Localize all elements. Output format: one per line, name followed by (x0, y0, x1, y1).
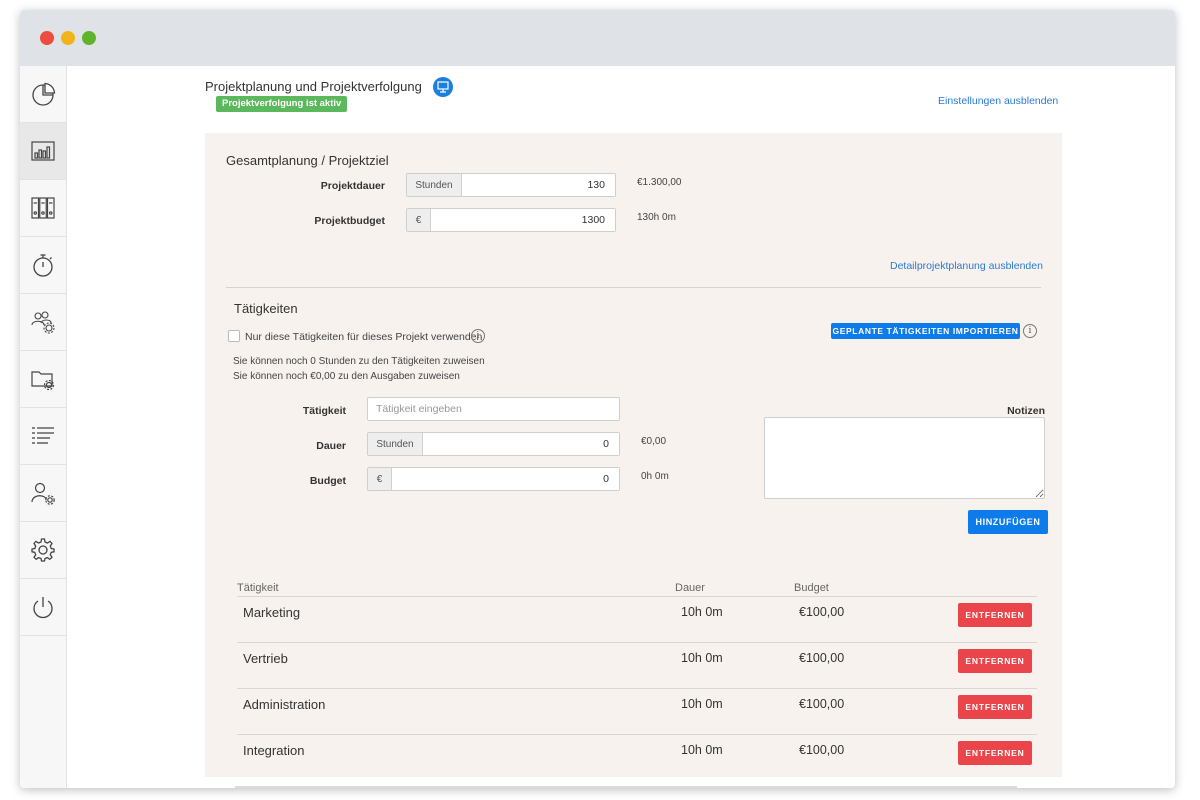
remove-row-button[interactable]: ENTFERNEN (958, 649, 1032, 673)
duration-unit-addon: Stunden (407, 174, 462, 196)
title-bar (20, 10, 1175, 66)
status-badge: Projektverfolgung ist aktiv (216, 96, 348, 112)
user-gear-icon (31, 482, 55, 505)
remaining-budget-text: Sie können noch €0,00 zu den Ausgaben zu… (233, 371, 460, 382)
table-row: Marketing 10h 0m €100,00 ENTFERNEN (237, 596, 1037, 642)
row-activity-name: Integration (243, 743, 305, 758)
project-budget-label: Projektbudget (314, 215, 385, 227)
info-icon[interactable]: i (471, 329, 485, 343)
sidebar-item-project-settings[interactable] (20, 351, 66, 408)
activity-duration-cost-hint: €0,00 (641, 436, 667, 447)
activity-budget-field: € (367, 467, 620, 491)
row-activity-name: Vertrieb (243, 651, 288, 666)
app-window: Projektplanung und Projektverfolgung Pro… (20, 10, 1175, 788)
bar-chart-icon (31, 141, 55, 161)
row-budget: €100,00 (799, 651, 845, 665)
remaining-hours-text: Sie können noch 0 Stunden zu den Tätigke… (233, 356, 485, 367)
close-window-button[interactable] (40, 31, 54, 45)
row-duration: 10h 0m (681, 651, 723, 665)
row-duration: 10h 0m (681, 743, 723, 757)
import-info-icon[interactable]: i (1023, 324, 1037, 338)
row-activity-name: Administration (243, 697, 326, 712)
row-duration: 10h 0m (681, 697, 723, 711)
only-these-activities-label: Nur diese Tätigkeiten für dieses Projekt… (245, 331, 483, 343)
sidebar-item-dashboard[interactable] (20, 66, 66, 123)
activities-title: Tätigkeiten (234, 301, 298, 316)
toggle-detail-planning-link[interactable]: Detailprojektplanung ausblenden (890, 260, 1043, 272)
activity-label: Tätigkeit (302, 405, 346, 417)
only-these-activities-checkbox[interactable] (228, 330, 240, 342)
activity-duration-label: Dauer (316, 440, 346, 452)
sidebar-item-list[interactable] (20, 408, 66, 465)
notes-label: Notizen (1007, 405, 1045, 417)
project-budget-field: € (406, 208, 616, 232)
toggle-settings-link[interactable]: Einstellungen ausblenden (938, 95, 1058, 107)
row-budget: €100,00 (799, 697, 845, 711)
maximize-window-button[interactable] (82, 31, 96, 45)
minimize-window-button[interactable] (61, 31, 75, 45)
table-row: Administration 10h 0m €100,00 ENTFERNEN (237, 688, 1037, 734)
sidebar-item-reports[interactable] (20, 123, 66, 180)
project-duration-label: Projektdauer (320, 180, 385, 192)
activity-budget-label: Budget (309, 475, 346, 487)
binders-icon (31, 197, 55, 219)
activity-budget-time-hint: 0h 0m (641, 471, 669, 482)
overall-planning-title: Gesamtplanung / Projektziel (226, 153, 389, 168)
column-header-duration: Dauer (675, 582, 705, 594)
activity-duration-unit-addon: Stunden (368, 433, 423, 455)
page-title: Projektplanung und Projektverfolgung (205, 79, 422, 94)
activity-budget-input[interactable] (392, 468, 619, 490)
row-budget: €100,00 (799, 743, 845, 757)
sidebar-item-archive[interactable] (20, 180, 66, 237)
project-duration-input[interactable] (462, 174, 615, 196)
column-header-budget: Budget (794, 582, 829, 594)
activity-input[interactable] (367, 397, 620, 421)
row-activity-name: Marketing (243, 605, 301, 620)
project-duration-field: Stunden (406, 173, 616, 197)
stopwatch-icon (33, 254, 53, 277)
activity-currency-addon: € (368, 468, 392, 490)
list-icon (32, 427, 54, 444)
sidebar-item-team-settings[interactable] (20, 294, 66, 351)
table-row: Integration 10h 0m €100,00 ENTFERNEN (237, 734, 1037, 780)
main-content: Projektplanung und Projektverfolgung Pro… (67, 66, 1175, 788)
add-activity-button[interactable]: HINZUFÜGEN (968, 510, 1048, 534)
currency-addon: € (407, 209, 431, 231)
project-budget-time-hint: 130h 0m (637, 212, 676, 223)
project-duration-cost-hint: €1.300,00 (637, 177, 682, 188)
remove-row-button[interactable]: ENTFERNEN (958, 695, 1032, 719)
table-row: Vertrieb 10h 0m €100,00 ENTFERNEN (237, 642, 1037, 688)
column-header-activity: Tätigkeit (237, 582, 279, 594)
folder-gear-icon (31, 371, 55, 391)
planning-panel: Gesamtplanung / Projektziel Projektdauer… (205, 133, 1062, 777)
remove-row-button[interactable]: ENTFERNEN (958, 741, 1032, 765)
section-divider (226, 287, 1041, 288)
pie-chart-icon (32, 82, 56, 106)
sidebar (20, 66, 67, 788)
power-icon (33, 597, 53, 619)
monitor-icon[interactable] (433, 77, 453, 97)
project-budget-input[interactable] (431, 209, 615, 231)
sidebar-item-settings[interactable] (20, 522, 66, 579)
horizontal-scrollbar[interactable] (235, 786, 1017, 788)
activity-duration-field: Stunden (367, 432, 620, 456)
gear-icon (31, 538, 55, 562)
sidebar-item-logout[interactable] (20, 579, 66, 636)
team-gear-icon (31, 311, 55, 334)
activity-duration-input[interactable] (423, 433, 619, 455)
row-duration: 10h 0m (681, 605, 723, 619)
row-budget: €100,00 (799, 605, 845, 619)
notes-textarea[interactable] (764, 417, 1045, 499)
remove-row-button[interactable]: ENTFERNEN (958, 603, 1032, 627)
sidebar-item-user-settings[interactable] (20, 465, 66, 522)
import-planned-activities-button[interactable]: GEPLANTE TÄTIGKEITEN IMPORTIEREN (831, 323, 1020, 339)
sidebar-item-timer[interactable] (20, 237, 66, 294)
